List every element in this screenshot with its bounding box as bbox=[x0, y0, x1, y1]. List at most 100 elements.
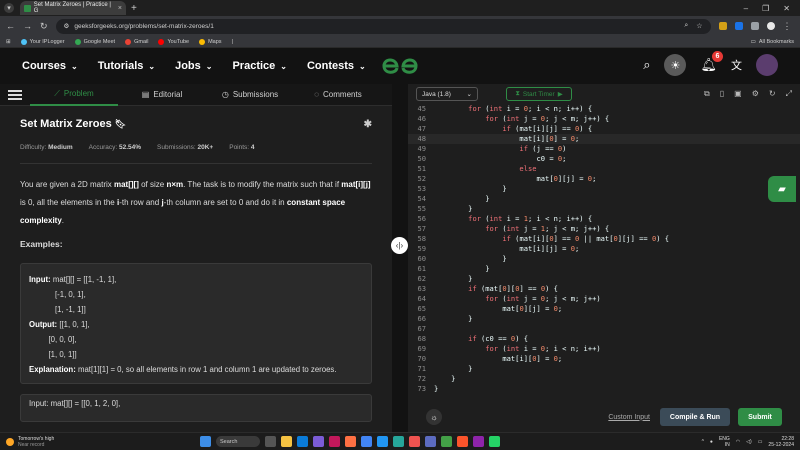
code-line[interactable]: 67 bbox=[408, 324, 800, 334]
code-line[interactable]: 65 mat[0][j] = 0; bbox=[408, 304, 800, 314]
settings-icon[interactable]: ⚙ bbox=[752, 89, 759, 99]
language-indicator[interactable]: ENG IN bbox=[719, 436, 730, 448]
chrome-icon[interactable] bbox=[361, 436, 372, 447]
new-tab-icon[interactable]: + bbox=[131, 3, 137, 14]
browser-tab[interactable]: Set Matrix Zeroes | Practice | G × bbox=[20, 1, 126, 15]
minimize-icon[interactable]: – bbox=[744, 4, 748, 13]
menu-kebab-icon[interactable]: ⋮ bbox=[783, 21, 792, 32]
code-line[interactable]: 72 } bbox=[408, 374, 800, 384]
tab-comments[interactable]: ◌ Comments bbox=[294, 84, 382, 106]
code-line[interactable]: 62 } bbox=[408, 274, 800, 284]
app-icon[interactable] bbox=[409, 436, 420, 447]
app-icon[interactable] bbox=[473, 436, 484, 447]
code-line[interactable]: 52 mat[0][j] = 0; bbox=[408, 174, 800, 184]
language-select[interactable]: Java (1.8) ⌄ bbox=[416, 87, 478, 101]
code-line[interactable]: 49 if (j == 0) bbox=[408, 144, 800, 154]
gfg-logo-icon[interactable] bbox=[380, 52, 420, 80]
tab-search-icon[interactable]: ▾ bbox=[4, 3, 14, 13]
translate-icon[interactable]: 文 bbox=[731, 57, 742, 73]
bookmark-item[interactable]: Google Meet bbox=[74, 38, 115, 45]
weather-widget[interactable]: Tomorrow's high Near record bbox=[18, 436, 54, 448]
code-line[interactable]: 63 if (mat[0][0] == 0) { bbox=[408, 284, 800, 294]
code-line[interactable]: 69 for (int i = 0; i < n; i++) bbox=[408, 344, 800, 354]
app-icon[interactable] bbox=[425, 436, 436, 447]
code-line[interactable]: 55 } bbox=[408, 204, 800, 214]
start-timer-button[interactable]: ⧗ Start Timer ▶ bbox=[506, 87, 572, 101]
file-icon[interactable]: ▯ bbox=[720, 89, 724, 99]
hamburger-menu-icon[interactable] bbox=[8, 89, 22, 100]
close-window-icon[interactable]: ✕ bbox=[783, 4, 790, 13]
extensions-puzzle-icon[interactable] bbox=[750, 22, 759, 30]
submit-button[interactable]: Submit bbox=[738, 408, 782, 426]
code-line[interactable]: 46 for (int j = 0; j < m; j++) { bbox=[408, 114, 800, 124]
search-icon[interactable]: ⌕ bbox=[643, 57, 650, 73]
code-line[interactable]: 47 if (mat[i][j] == 0) { bbox=[408, 124, 800, 134]
brave-icon[interactable] bbox=[457, 436, 468, 447]
forward-icon[interactable]: → bbox=[23, 21, 32, 31]
tab-submissions[interactable]: ◷ Submissions bbox=[206, 84, 294, 106]
file-explorer-icon[interactable] bbox=[281, 436, 292, 447]
reload-icon[interactable]: ↻ bbox=[40, 21, 48, 32]
nav-contests[interactable]: Contests ⌄ bbox=[307, 60, 366, 72]
vscode-icon[interactable] bbox=[377, 436, 388, 447]
bookmark-icon[interactable]: 🔖︎ bbox=[115, 119, 126, 130]
zoom-icon[interactable]: ⌕ bbox=[684, 22, 688, 30]
code-line[interactable]: 54 } bbox=[408, 194, 800, 204]
bookmark-item[interactable]: Maps bbox=[199, 38, 222, 45]
code-line[interactable]: 50 c0 = 0; bbox=[408, 154, 800, 164]
code-line[interactable]: 48 mat[i][0] = 0; bbox=[408, 134, 800, 144]
lightbulb-icon[interactable]: ☼ bbox=[426, 409, 442, 425]
bookmark-star-icon[interactable]: ☆ bbox=[696, 22, 702, 30]
code-line[interactable]: 73} bbox=[408, 384, 800, 394]
copy-icon[interactable]: ⧉ bbox=[704, 89, 710, 99]
firefox-icon[interactable] bbox=[345, 436, 356, 447]
task-view-icon[interactable] bbox=[265, 436, 276, 447]
nav-tutorials[interactable]: Tutorials ⌄ bbox=[98, 60, 155, 72]
fullscreen-icon[interactable]: ⤢ bbox=[786, 89, 792, 99]
maximize-icon[interactable]: ❐ bbox=[762, 4, 769, 13]
code-line[interactable]: 51 else bbox=[408, 164, 800, 174]
bookmark-item[interactable]: Your IPLogger bbox=[20, 38, 65, 45]
code-area[interactable]: 45 for (int i = 0; i < n; i++) {46 for (… bbox=[408, 104, 800, 404]
battery-icon[interactable]: ▭ bbox=[758, 439, 763, 445]
custom-input-link[interactable]: Custom Input bbox=[608, 414, 650, 421]
code-line[interactable]: 45 for (int i = 0; i < n; i++) { bbox=[408, 104, 800, 114]
extension-icon[interactable] bbox=[734, 22, 743, 30]
code-line[interactable]: 56 for (int i = 1; i < n; i++) { bbox=[408, 214, 800, 224]
url-field[interactable]: ⚙ geeksforgeeks.org/problems/set-matrix-… bbox=[55, 18, 711, 34]
app-icon[interactable] bbox=[329, 436, 340, 447]
app-icon[interactable] bbox=[441, 436, 452, 447]
reset-icon[interactable]: ↻ bbox=[769, 89, 776, 99]
nav-practice[interactable]: Practice ⌄ bbox=[232, 60, 287, 72]
code-line[interactable]: 53 } bbox=[408, 184, 800, 194]
code-line[interactable]: 58 if (mat[i][0] == 0 || mat[0][j] == 0)… bbox=[408, 234, 800, 244]
nav-jobs[interactable]: Jobs ⌄ bbox=[175, 60, 212, 72]
compile-run-button[interactable]: Compile & Run bbox=[660, 408, 730, 426]
back-icon[interactable]: ← bbox=[6, 21, 15, 31]
code-line[interactable]: 68 if (c0 == 0) { bbox=[408, 334, 800, 344]
bookmark-item[interactable]: Gmail bbox=[125, 38, 148, 45]
resize-handle-icon[interactable]: ‹|› bbox=[391, 237, 408, 254]
tab-problem[interactable]: ⟋ Problem bbox=[30, 84, 118, 106]
mic-icon[interactable]: ● bbox=[710, 439, 713, 445]
code-line[interactable]: 61 } bbox=[408, 264, 800, 274]
apps-grid-icon[interactable]: ⊞ bbox=[6, 39, 11, 45]
close-tab-icon[interactable]: × bbox=[118, 5, 122, 12]
code-line[interactable]: 64 for (int j = 0; j < m; j++) bbox=[408, 294, 800, 304]
taskbar-search[interactable]: Search bbox=[216, 436, 260, 447]
chevron-up-icon[interactable]: ^ bbox=[702, 439, 704, 445]
tab-editorial[interactable]: ▤ Editorial bbox=[118, 84, 206, 106]
code-line[interactable]: 60 } bbox=[408, 254, 800, 264]
code-line[interactable]: 66 } bbox=[408, 314, 800, 324]
nav-courses[interactable]: Courses ⌄ bbox=[22, 60, 78, 72]
notifications-bell-icon[interactable]: 🔔︎ 6 bbox=[700, 51, 723, 73]
site-info-icon[interactable]: ⚙ bbox=[64, 22, 70, 30]
layout-icon[interactable]: ▣ bbox=[734, 89, 742, 99]
extension-icon[interactable] bbox=[718, 22, 727, 30]
all-bookmarks[interactable]: ▭ All Bookmarks bbox=[751, 39, 794, 45]
avatar[interactable] bbox=[756, 54, 778, 76]
report-bug-icon[interactable]: ✱ bbox=[364, 119, 372, 130]
edge-icon[interactable] bbox=[297, 436, 308, 447]
code-line[interactable]: 70 mat[i][0] = 0; bbox=[408, 354, 800, 364]
wifi-icon[interactable]: ◠ bbox=[736, 439, 740, 445]
